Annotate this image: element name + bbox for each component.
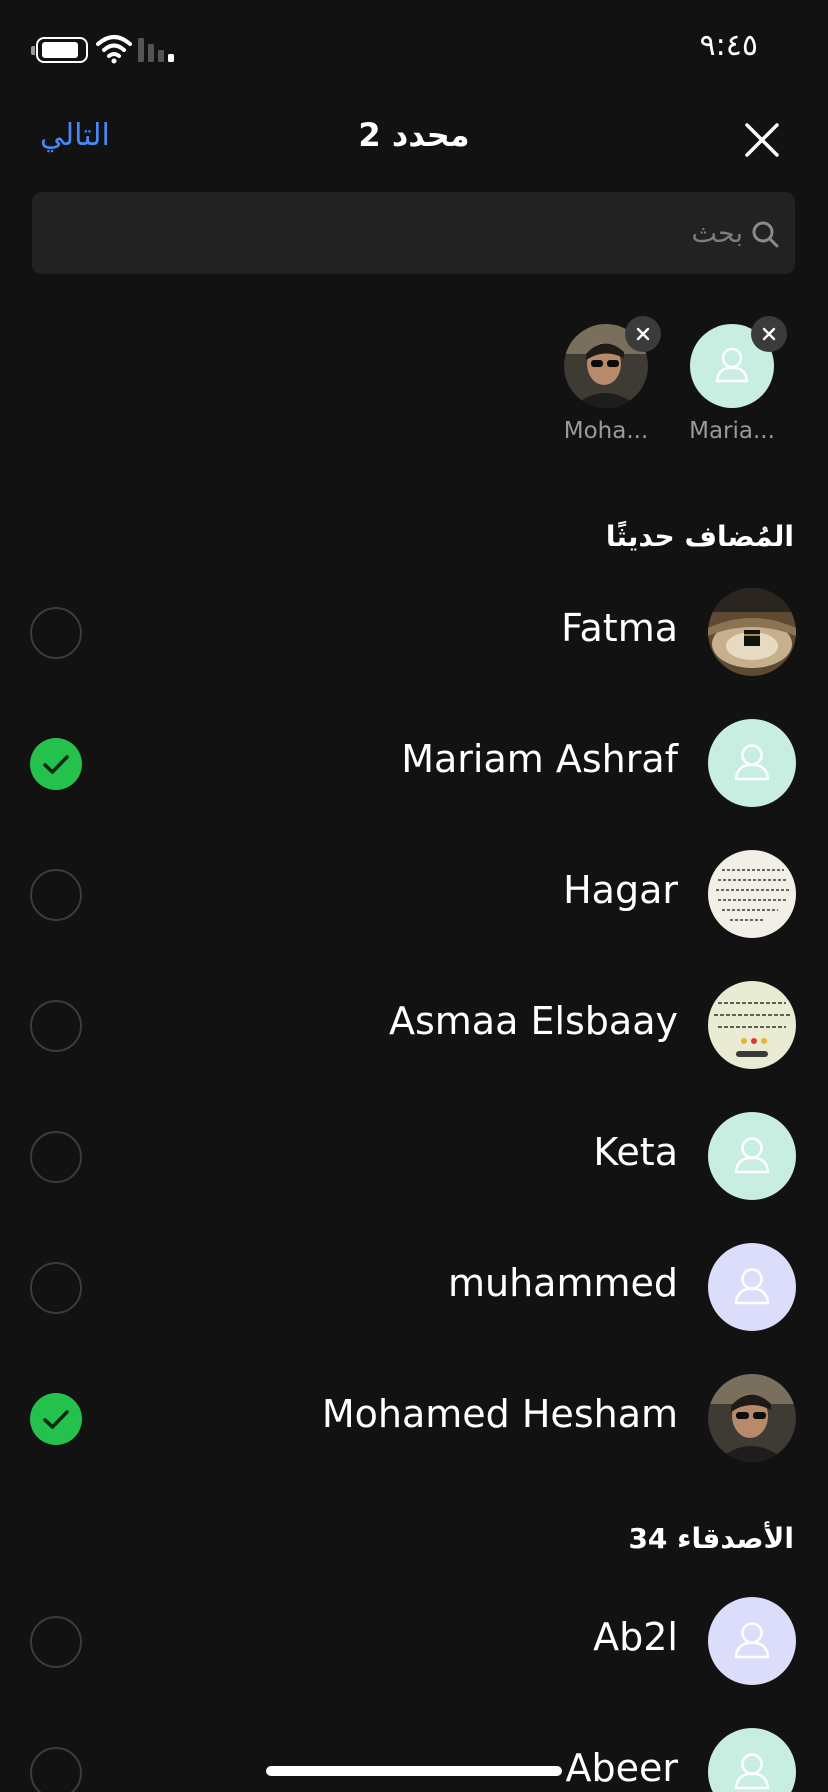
contact-name: Mariam Ashraf xyxy=(401,737,678,781)
photo-man-sunglasses-icon xyxy=(708,1374,796,1462)
contact-row[interactable]: Ab2l xyxy=(0,1575,828,1706)
contact-name: Mohamed Hesham xyxy=(321,1392,678,1436)
header: التالي 2 محدد xyxy=(0,100,828,180)
contact-row[interactable]: Asmaa Elsbaay xyxy=(0,959,828,1090)
select-checkbox[interactable] xyxy=(30,1000,82,1052)
select-checkbox[interactable] xyxy=(30,1393,82,1445)
contact-row[interactable]: Keta xyxy=(0,1090,828,1221)
search-bar[interactable] xyxy=(32,192,795,274)
select-checkbox[interactable] xyxy=(30,1262,82,1314)
avatar xyxy=(708,981,796,1069)
home-indicator xyxy=(266,1766,562,1776)
section-header-friends: الأصدقاء 34 xyxy=(628,1522,794,1555)
default-person-icon xyxy=(734,1622,770,1659)
status-time: ٩:٤٥ xyxy=(699,28,758,63)
page-title: 2 محدد xyxy=(358,116,470,154)
status-bar: ٩:٤٥ xyxy=(0,0,828,100)
select-checkbox[interactable] xyxy=(30,869,82,921)
contact-row[interactable]: Hagar xyxy=(0,828,828,959)
contact-name: Keta xyxy=(593,1130,678,1174)
select-checkbox[interactable] xyxy=(30,1131,82,1183)
section-header-recent: المُضاف حديثًا xyxy=(605,520,794,553)
select-checkbox[interactable] xyxy=(30,607,82,659)
search-input[interactable] xyxy=(83,192,743,274)
avatar xyxy=(708,1243,796,1331)
contact-name: Hagar xyxy=(563,868,678,912)
select-checkbox[interactable] xyxy=(30,1616,82,1668)
checkmark-icon xyxy=(43,755,69,774)
default-person-icon xyxy=(734,1753,770,1790)
photo-text-icon xyxy=(708,850,796,938)
contact-row[interactable]: Mohamed Hesham xyxy=(0,1352,828,1483)
close-icon xyxy=(762,327,776,341)
close-icon xyxy=(636,327,650,341)
chip-name: Moha... xyxy=(563,418,649,444)
avatar xyxy=(708,719,796,807)
avatar xyxy=(708,588,796,676)
remove-chip-button[interactable] xyxy=(625,316,661,352)
contact-name: Abeer xyxy=(565,1746,679,1790)
contact-name: Fatma xyxy=(561,606,678,650)
avatar xyxy=(708,1374,796,1462)
battery-icon xyxy=(31,37,88,63)
photo-kaaba-icon xyxy=(708,588,796,676)
contact-row[interactable]: Abeer xyxy=(0,1706,828,1792)
contact-name: Asmaa Elsbaay xyxy=(388,999,678,1043)
chip-name: Maria... xyxy=(689,418,775,444)
select-checkbox[interactable] xyxy=(30,738,82,790)
default-person-icon xyxy=(734,744,770,781)
avatar xyxy=(708,1597,796,1685)
photo-text-icon xyxy=(708,981,796,1069)
wifi-icon xyxy=(96,35,132,64)
signal-icon xyxy=(138,38,174,62)
checkmark-icon xyxy=(43,1410,69,1429)
remove-chip-button[interactable] xyxy=(751,316,787,352)
default-person-icon xyxy=(734,1137,770,1174)
avatar xyxy=(708,1112,796,1200)
contact-row[interactable]: Mariam Ashraf xyxy=(0,697,828,828)
contact-name: muhammed xyxy=(447,1261,678,1305)
contact-row[interactable]: Fatma xyxy=(0,566,828,697)
contact-name: Ab2l xyxy=(593,1615,678,1659)
default-person-icon xyxy=(734,1268,770,1305)
avatar xyxy=(708,1728,796,1792)
avatar xyxy=(708,850,796,938)
contact-row[interactable]: muhammed xyxy=(0,1221,828,1352)
select-checkbox[interactable] xyxy=(30,1747,82,1792)
search-icon xyxy=(752,221,779,248)
close-icon[interactable] xyxy=(744,122,780,158)
